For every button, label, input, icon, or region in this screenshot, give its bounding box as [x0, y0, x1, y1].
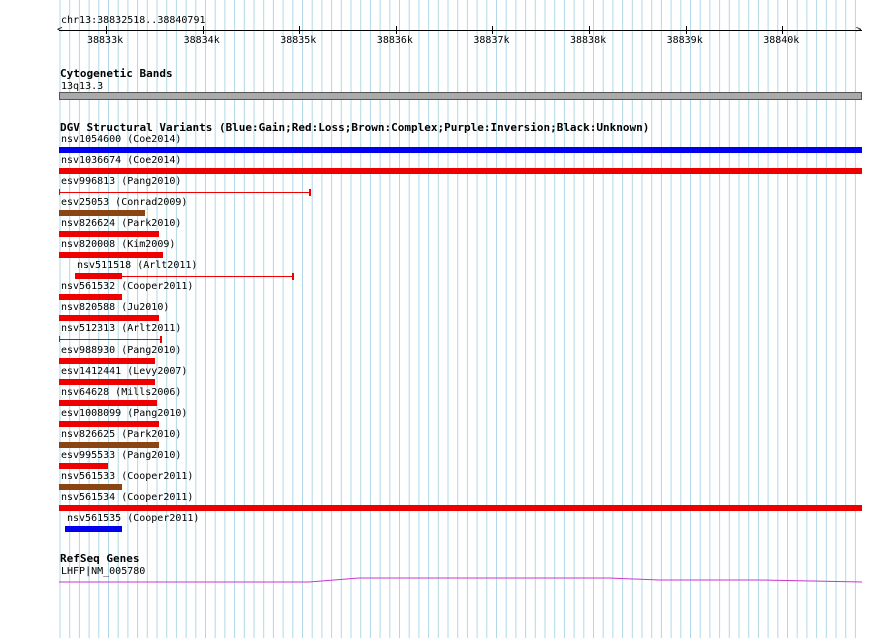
variant-label[interactable]: nsv826625 (Park2010) [61, 429, 181, 440]
variant-label[interactable]: nsv820008 (Kim2009) [61, 239, 175, 250]
variant-bar[interactable] [59, 441, 159, 448]
variant-bar[interactable] [75, 273, 122, 280]
variant-label[interactable]: esv25053 (Conrad2009) [61, 197, 187, 208]
variant-extent-cap [309, 189, 311, 197]
ruler-tick-mark [492, 26, 494, 34]
ruler-tick-mark [299, 26, 301, 34]
variant-bar[interactable] [59, 357, 155, 364]
ruler-tick-label: 38836k [376, 35, 413, 46]
variant-label[interactable]: esv1008099 (Pang2010) [61, 408, 187, 419]
variant-bar[interactable] [59, 294, 122, 301]
variant-bar[interactable] [59, 147, 862, 153]
ruler-left-arrow: < [57, 25, 63, 35]
ruler-tick-label: 38835k [280, 35, 317, 46]
refseq-gene-line [59, 577, 862, 583]
cytoband-bar[interactable] [59, 92, 862, 100]
variant-bar[interactable] [59, 315, 159, 322]
ruler-tick-mark [782, 26, 784, 34]
variant-bar[interactable] [59, 399, 157, 406]
variant-extent-cap [160, 336, 162, 344]
variant-bar[interactable] [59, 210, 145, 217]
variant-label[interactable]: nsv561535 (Cooper2011) [67, 513, 199, 524]
variant-label[interactable]: nsv561532 (Cooper2011) [61, 281, 193, 292]
variant-bar[interactable] [59, 231, 159, 238]
variant-label[interactable]: esv995533 (Pang2010) [61, 450, 181, 461]
ruler-right-arrow: > [856, 25, 862, 35]
variant-bar[interactable] [59, 168, 862, 175]
variant-bar[interactable] [59, 462, 108, 469]
variant-label[interactable]: nsv1054600 (Coe2014) [61, 134, 181, 145]
variant-label[interactable]: esv996813 (Pang2010) [61, 176, 181, 187]
ruler-tick-mark [685, 26, 687, 34]
ruler-tick-label: 38838k [570, 35, 607, 46]
variant-label[interactable]: nsv1036674 (Coe2014) [61, 155, 181, 166]
variant-bar[interactable] [59, 336, 60, 343]
variant-label[interactable]: esv988930 (Pang2010) [61, 345, 181, 356]
variant-bar[interactable] [59, 420, 159, 427]
variant-bar[interactable] [59, 483, 122, 490]
cytoband-label: 13q13.3 [61, 81, 104, 92]
variant-label[interactable]: nsv511518 (Arlt2011) [77, 260, 197, 271]
refseq-track-title: RefSeq Genes [60, 552, 140, 565]
variant-label[interactable]: nsv820588 (Ju2010) [61, 302, 169, 313]
variant-bar[interactable] [65, 525, 122, 532]
variant-label[interactable]: esv1412441 (Levy2007) [61, 366, 187, 377]
variant-bar[interactable] [59, 504, 862, 511]
variant-label[interactable]: nsv64628 (Mills2006) [61, 387, 181, 398]
ruler-tick-label: 38839k [666, 35, 703, 46]
ruler-tick-label: 38840k [763, 35, 800, 46]
ruler-tick-label: 38833k [87, 35, 124, 46]
ruler-position-label: chr13:38832518..38840791 [61, 15, 206, 26]
ruler-tick-mark [395, 26, 397, 34]
variant-extent-cap [292, 273, 294, 281]
variant-label[interactable]: nsv561533 (Cooper2011) [61, 471, 193, 482]
dgv-track-title: DGV Structural Variants (Blue:Gain;Red:L… [60, 121, 650, 134]
ruler: < > 38833k 38834k 38835k 38836k 38837k 38838k… [57, 25, 862, 46]
variant-label[interactable]: nsv561534 (Cooper2011) [61, 492, 193, 503]
variant-extent-line[interactable] [59, 192, 309, 194]
variant-extent-line[interactable] [59, 339, 160, 341]
ruler-tick-mark [106, 26, 107, 34]
ruler-axis-line [59, 30, 862, 31]
ruler-tick-mark [589, 26, 590, 34]
variant-bar[interactable] [59, 189, 60, 196]
cytoband-track-title: Cytogenetic Bands [60, 67, 173, 80]
variant-bar[interactable] [59, 252, 163, 259]
ruler-tick-label: 38837k [473, 35, 510, 46]
variant-label[interactable]: nsv826624 (Park2010) [61, 218, 181, 229]
refseq-gene-track[interactable] [59, 574, 862, 586]
variant-bar[interactable] [59, 378, 155, 385]
ruler-tick-mark [202, 26, 204, 34]
variant-label[interactable]: nsv512313 (Arlt2011) [61, 323, 181, 334]
ruler-tick-label: 38834k [183, 35, 220, 46]
